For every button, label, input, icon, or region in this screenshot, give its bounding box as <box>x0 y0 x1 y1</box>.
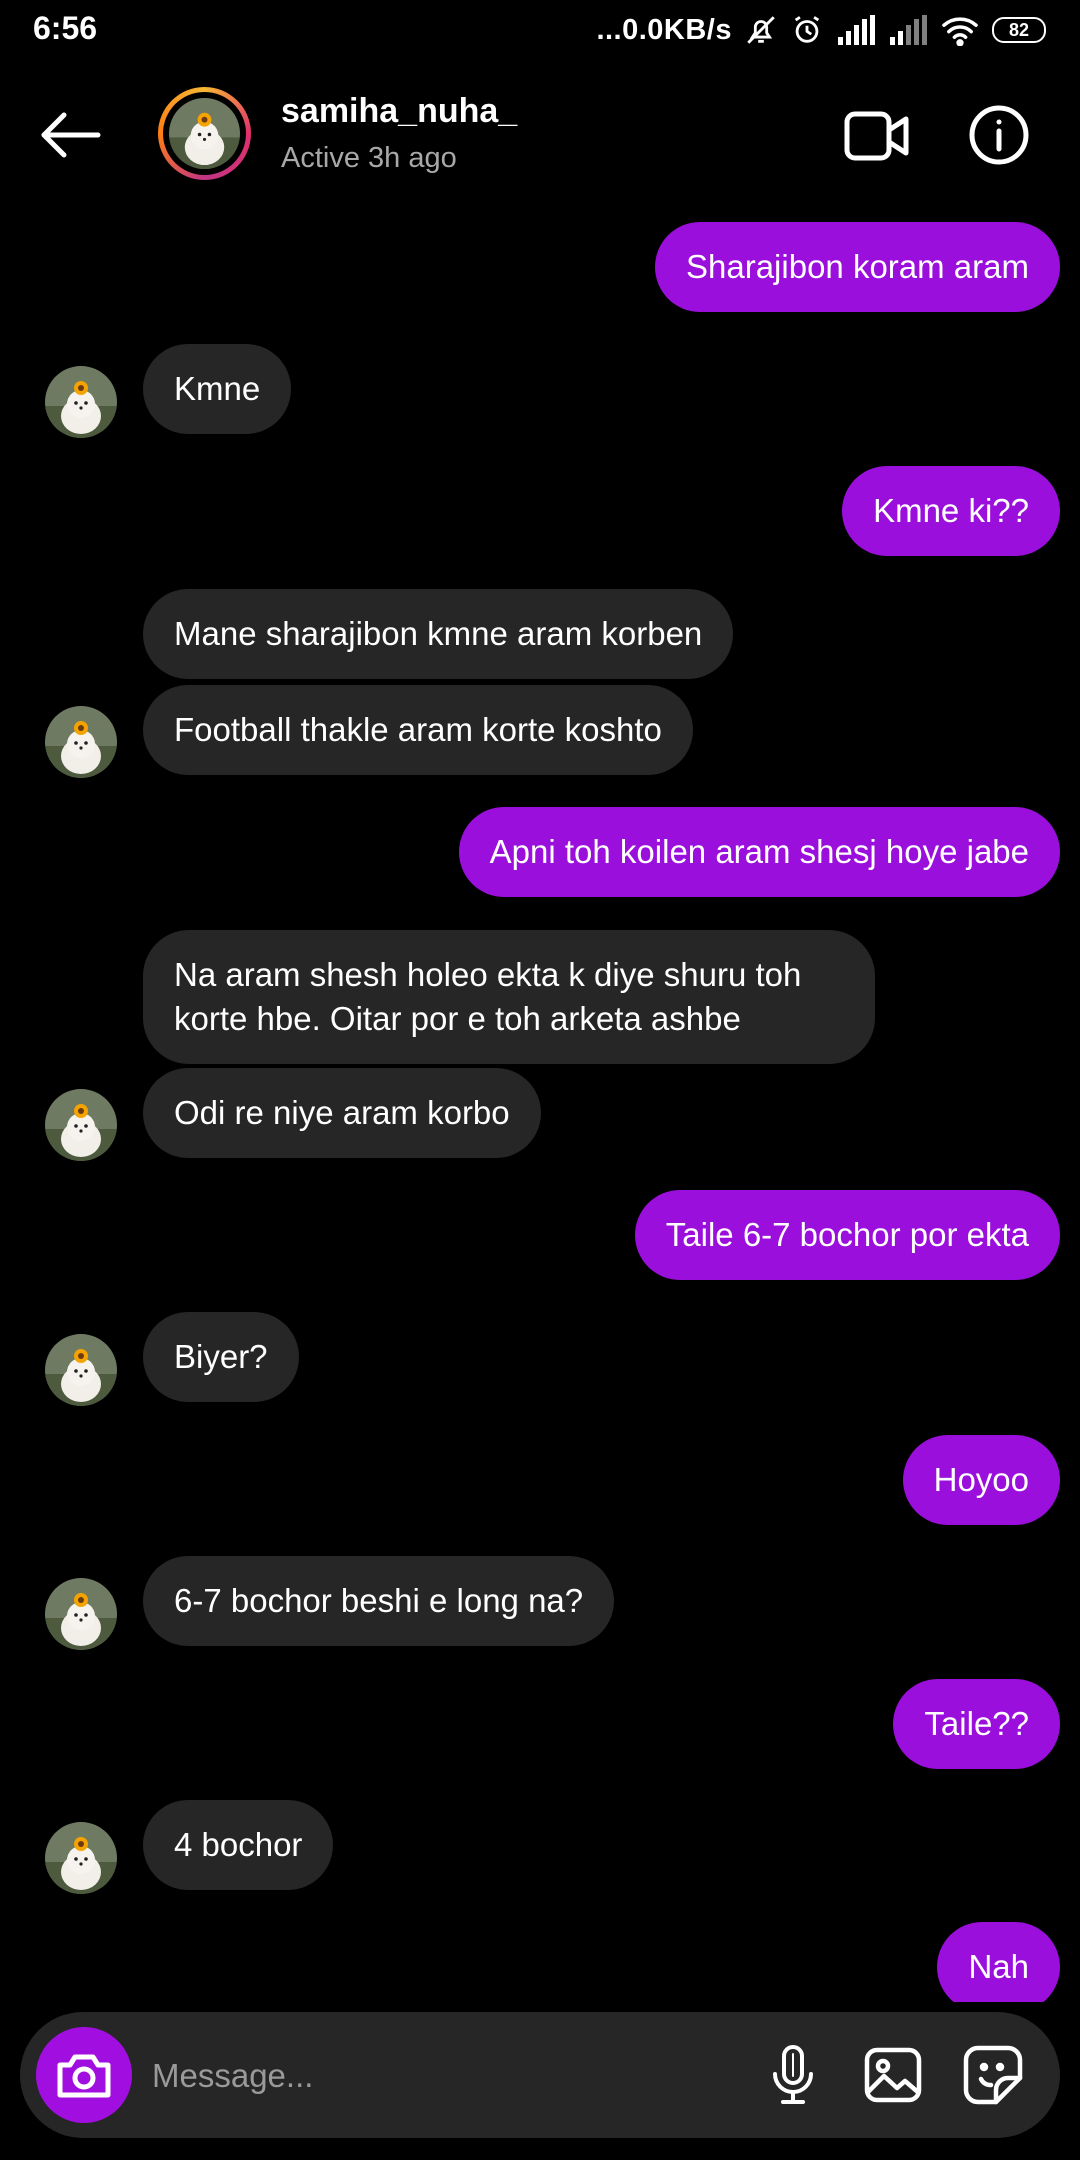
signal-icon <box>836 15 876 45</box>
sender-avatar[interactable] <box>45 1089 117 1161</box>
sender-avatar[interactable] <box>45 1578 117 1650</box>
message-bubble-incoming[interactable]: Na aram shesh holeo ekta k diye shuru to… <box>143 930 875 1064</box>
microphone-icon[interactable] <box>760 2042 826 2108</box>
camera-icon[interactable] <box>36 2027 132 2123</box>
signal-icon <box>888 15 928 45</box>
battery-icon: 82 <box>992 17 1046 43</box>
back-arrow-icon[interactable] <box>38 110 104 160</box>
message-bubble-outgoing[interactable]: Nah <box>937 1922 1060 2002</box>
status-time: 6:56 <box>33 10 98 46</box>
message-bubble-outgoing[interactable]: Apni toh koilen aram shesj hoye jabe <box>458 807 1060 897</box>
message-bubble-outgoing[interactable]: Taile?? <box>893 1679 1060 1769</box>
video-call-icon[interactable] <box>844 108 910 164</box>
message-bubble-incoming[interactable]: Football thakle aram korte koshto <box>143 685 693 775</box>
battery-level: 82 <box>1008 19 1030 40</box>
chat-header: samiha_nuha_ Active 3h ago <box>0 62 1080 212</box>
wifi-icon <box>940 14 980 46</box>
sticker-icon[interactable] <box>960 2042 1026 2108</box>
avatar-image <box>169 98 240 169</box>
mute-icon <box>744 13 778 47</box>
message-bubble-outgoing[interactable]: Sharajibon koram aram <box>655 222 1060 312</box>
network-speed: ...0.0KB/s <box>596 13 732 46</box>
message-input[interactable] <box>150 2046 704 2106</box>
sender-avatar[interactable] <box>45 706 117 778</box>
message-bubble-incoming[interactable]: 6-7 bochor beshi e long na? <box>143 1556 615 1646</box>
gallery-icon[interactable] <box>860 2042 926 2108</box>
sender-avatar[interactable] <box>45 1334 117 1406</box>
message-bubble-outgoing[interactable]: Hoyoo <box>902 1435 1060 1525</box>
status-icons: ...0.0KB/s 82 <box>596 10 1046 50</box>
avatar[interactable] <box>158 87 251 180</box>
sender-avatar[interactable] <box>45 366 117 438</box>
message-bubble-incoming[interactable]: Biyer? <box>143 1312 299 1402</box>
alarm-icon <box>790 13 824 47</box>
sender-avatar[interactable] <box>45 1822 117 1894</box>
message-bubble-outgoing[interactable]: Taile 6-7 bochor por ekta <box>634 1190 1060 1280</box>
status-bar: 6:56 ...0.0KB/s 82 <box>0 0 1080 62</box>
message-bubble-incoming[interactable]: Kmne <box>143 344 292 434</box>
message-bubble-outgoing[interactable]: Kmne ki?? <box>842 466 1060 556</box>
message-thread[interactable]: Sharajibon koram aram Kmne Kmne ki?? Man… <box>0 212 1080 2002</box>
message-bubble-incoming[interactable]: Mane sharajibon kmne aram korben <box>143 589 734 679</box>
message-bubble-incoming[interactable]: 4 bochor <box>143 1800 334 1890</box>
message-bubble-incoming[interactable]: Odi re niye aram korbo <box>143 1068 541 1158</box>
info-icon[interactable] <box>968 104 1030 166</box>
contact-active-status: Active 3h ago <box>281 142 457 174</box>
contact-username[interactable]: samiha_nuha_ <box>281 92 517 131</box>
message-composer <box>20 2012 1060 2138</box>
